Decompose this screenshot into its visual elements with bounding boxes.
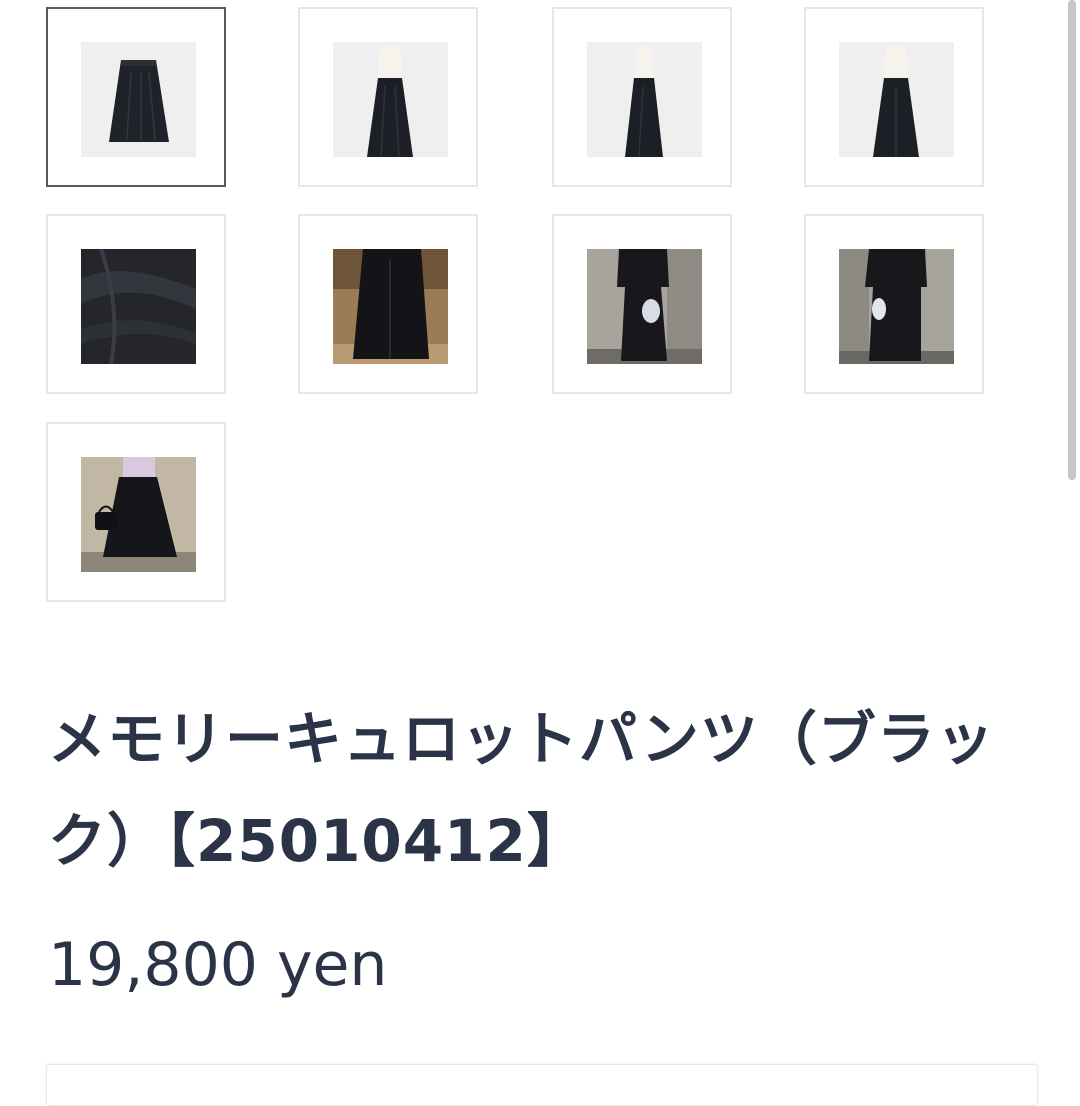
mannequin-front-photo — [333, 42, 448, 157]
thumbnail-4[interactable] — [804, 7, 984, 187]
thumbnail-3[interactable] — [552, 7, 732, 187]
model-with-handbag-photo — [81, 457, 196, 572]
scrollbar[interactable] — [1068, 0, 1076, 480]
thumbnail-2[interactable] — [298, 7, 478, 187]
product-price: 19,800 yen — [48, 930, 388, 1000]
skirt-flat-photo — [81, 42, 196, 157]
thumbnail-8[interactable] — [804, 214, 984, 394]
product-title: メモリーキュロットパンツ（ブラック）【25010412】 — [48, 705, 995, 875]
thumbnail-7[interactable] — [552, 214, 732, 394]
mannequin-back-photo — [839, 42, 954, 157]
mannequin-side-photo — [587, 42, 702, 157]
model-street-back-photo — [839, 249, 954, 364]
bottom-card — [46, 1064, 1038, 1106]
thumbnail-6[interactable] — [298, 214, 478, 394]
thumbnail-9[interactable] — [46, 422, 226, 602]
thumbnail-1[interactable] — [46, 7, 226, 187]
model-walking-photo — [333, 249, 448, 364]
thumbnail-5[interactable] — [46, 214, 226, 394]
fabric-closeup-photo — [81, 249, 196, 364]
model-street-side-photo — [587, 249, 702, 364]
